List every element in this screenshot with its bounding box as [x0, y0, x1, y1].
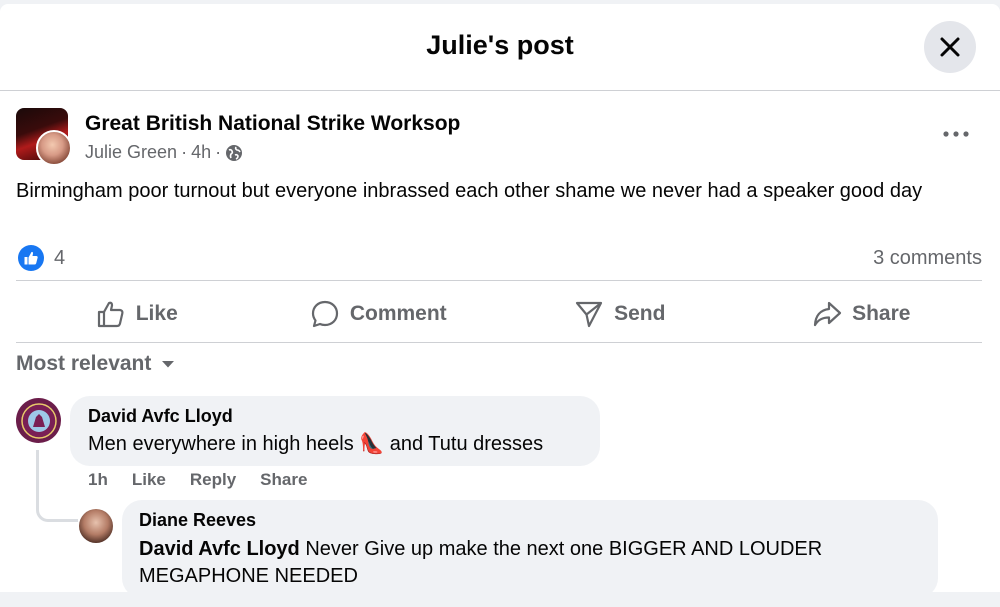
comment-author[interactable]: David Avfc Lloyd: [88, 406, 582, 427]
post-time[interactable]: 4h: [191, 142, 211, 163]
caret-down-icon: [162, 361, 175, 368]
speech-bubble-icon: [311, 300, 338, 328]
send-icon: [575, 301, 603, 328]
high-heel-emoji: 👠: [359, 433, 385, 455]
more-options-button[interactable]: [940, 122, 972, 146]
send-button-label: Send: [614, 302, 666, 325]
post-meta: Julie Green · 4h ·: [85, 142, 243, 163]
meta-separator: ·: [181, 142, 188, 162]
comment-count[interactable]: 3 comments: [873, 247, 982, 270]
close-button[interactable]: [924, 21, 976, 73]
comment-button-label: Comment: [349, 302, 447, 325]
more-horizontal-icon: [943, 131, 969, 137]
like-button[interactable]: Like: [16, 286, 258, 342]
comment-text-part: Men everywhere in high heels: [88, 433, 360, 455]
comment-button[interactable]: Comment: [258, 286, 500, 342]
share-arrow-icon: [813, 301, 842, 327]
close-icon: [940, 37, 960, 57]
comment-bubble: David Avfc Lloyd Men everywhere in high …: [70, 396, 600, 466]
reply-thread-line: [36, 450, 78, 522]
comment-reply-link[interactable]: Reply: [190, 470, 236, 490]
divider: [16, 280, 982, 281]
group-name[interactable]: Great British National Strike Worksop: [85, 112, 460, 136]
comment-like-link[interactable]: Like: [132, 470, 166, 490]
club-crest-icon: [20, 402, 57, 439]
globe-icon: [226, 144, 243, 161]
like-reaction-icon[interactable]: [18, 245, 44, 271]
author-avatar[interactable]: [36, 130, 72, 166]
commenter-avatar[interactable]: [16, 398, 61, 443]
comment-share-link[interactable]: Share: [260, 470, 307, 490]
reactions-bar: 4 3 comments: [16, 242, 982, 272]
comment-actions: 1h Like Reply Share: [88, 470, 307, 490]
post-text: Birmingham poor turnout but everyone inb…: [16, 180, 923, 202]
share-button[interactable]: Share: [741, 286, 983, 342]
author-name[interactable]: Julie Green: [85, 142, 177, 163]
post-actions: Like Comment Send Share: [16, 286, 982, 342]
reply-author[interactable]: Diane Reeves: [139, 510, 921, 531]
like-count[interactable]: 4: [54, 247, 65, 270]
reply-text: David Avfc Lloyd Never Give up make the …: [139, 536, 921, 590]
send-button[interactable]: Send: [499, 286, 741, 342]
sort-label: Most relevant: [16, 352, 152, 375]
divider: [16, 342, 982, 343]
comment-time[interactable]: 1h: [88, 470, 108, 490]
meta-separator: ·: [215, 142, 222, 162]
like-button-label: Like: [135, 302, 178, 325]
reply-mention[interactable]: David Avfc Lloyd: [139, 538, 300, 560]
comment-text: Men everywhere in high heels 👠 and Tutu …: [88, 431, 582, 458]
reply-avatar[interactable]: [79, 509, 113, 543]
modal-header: Julie's post: [0, 4, 1000, 91]
thumbs-up-icon: [97, 301, 124, 328]
comment-sort-dropdown[interactable]: Most relevant: [16, 352, 175, 376]
share-button-label: Share: [852, 302, 911, 325]
reply-bubble: Diane Reeves David Avfc Lloyd Never Give…: [122, 500, 938, 598]
thumbs-up-icon: [24, 251, 38, 265]
bottom-strip: [0, 592, 1000, 607]
post-modal: Julie's post Great British National Stri…: [0, 4, 1000, 607]
comment-text-part: and Tutu dresses: [384, 433, 544, 455]
modal-title: Julie's post: [426, 30, 574, 60]
